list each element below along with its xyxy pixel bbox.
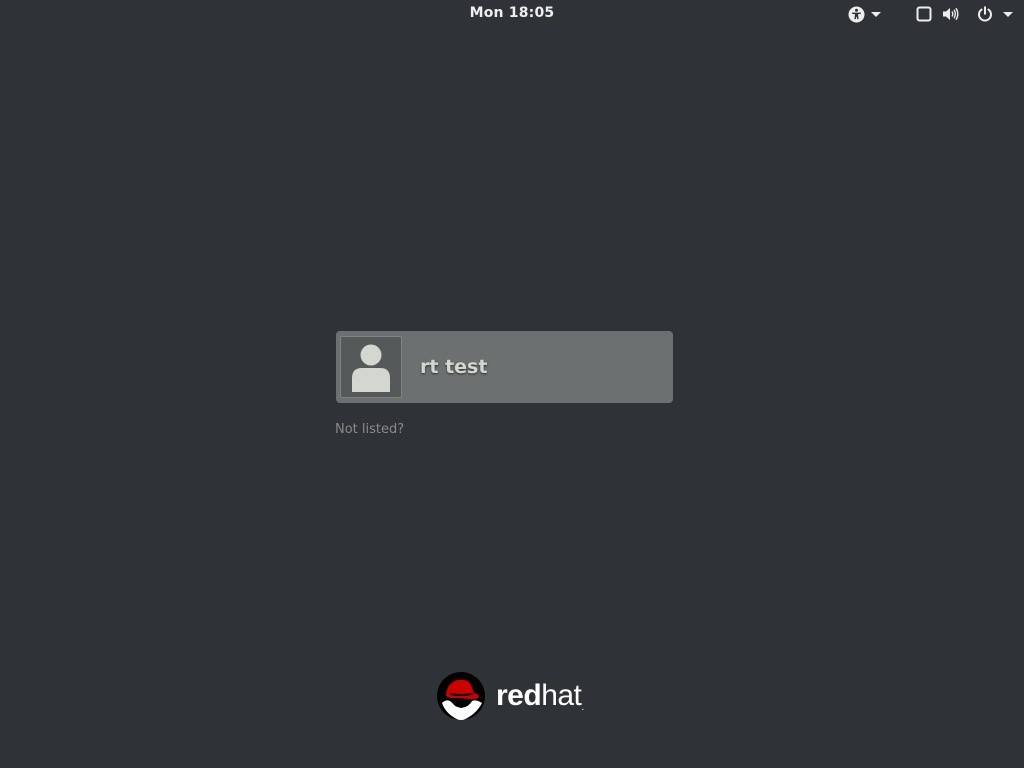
user-name: rt test bbox=[420, 356, 488, 378]
shadowman-logo-icon bbox=[436, 671, 486, 721]
logo-wordmark: redhat. bbox=[496, 679, 584, 713]
top-panel: Mon 18:05 bbox=[0, 0, 1024, 28]
chevron-down-icon bbox=[1003, 12, 1013, 17]
accessibility-icon bbox=[848, 6, 865, 23]
redhat-logo: redhat. bbox=[436, 671, 584, 721]
power-icon bbox=[977, 6, 993, 22]
login-screen: Mon 18:05 rt test Not listed? redhat. bbox=[0, 0, 1024, 768]
user-avatar-icon bbox=[340, 336, 402, 398]
user-list-item[interactable]: rt test bbox=[336, 331, 673, 403]
volume-icon bbox=[942, 6, 959, 22]
system-status-menu[interactable] bbox=[916, 4, 1013, 24]
chevron-down-icon bbox=[871, 12, 881, 17]
accessibility-menu[interactable] bbox=[848, 4, 881, 24]
display-icon bbox=[916, 6, 932, 22]
not-listed-link[interactable]: Not listed? bbox=[335, 422, 404, 437]
